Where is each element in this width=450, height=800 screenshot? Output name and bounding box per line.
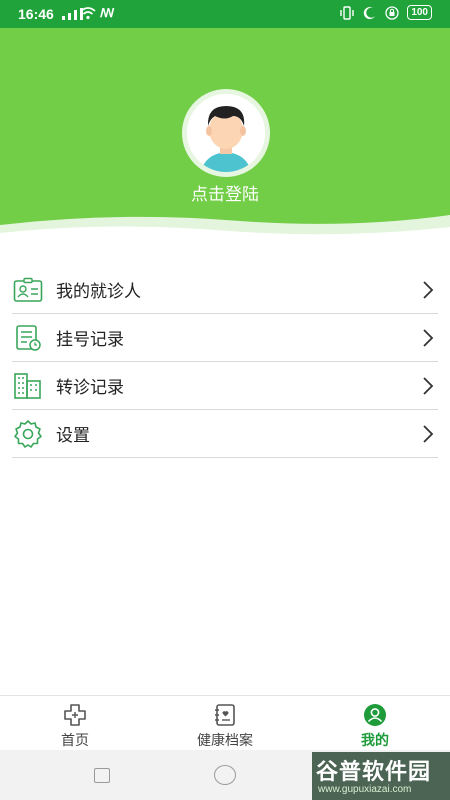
patient-card-icon xyxy=(12,274,44,306)
status-time: 16:46 xyxy=(18,6,54,22)
status-bar: 16:46 ꟿ 100 xyxy=(0,0,450,28)
battery-icon: 100 xyxy=(407,5,432,20)
chevron-right-icon xyxy=(423,329,434,347)
avatar-icon xyxy=(187,94,265,172)
tab-home[interactable]: 首页 xyxy=(0,696,150,750)
lock-icon xyxy=(385,5,399,20)
watermark-text: 谷普软件园 xyxy=(316,760,432,785)
chevron-right-icon xyxy=(423,425,434,443)
chevron-right-icon xyxy=(423,377,434,395)
moon-icon xyxy=(364,6,376,19)
tab-label: 我的 xyxy=(361,733,389,749)
menu-item-registration-records[interactable]: 挂号记录 xyxy=(12,314,438,362)
watermark-url: www.gupuxiazai.com xyxy=(318,784,412,795)
menu-item-referral-records[interactable]: 转诊记录 xyxy=(12,362,438,410)
menu-item-label: 设置 xyxy=(56,426,90,446)
tab-health-records[interactable]: 健康档案 xyxy=(150,696,300,750)
building-icon xyxy=(12,370,44,402)
menu-item-label: 挂号记录 xyxy=(56,330,124,350)
home-button[interactable] xyxy=(214,765,236,785)
home-cross-icon xyxy=(64,704,86,726)
menu-item-label: 转诊记录 xyxy=(56,378,124,398)
register-record-icon xyxy=(12,322,44,354)
profile-header: 点击登陆 xyxy=(0,28,450,243)
bottom-tab-bar: 首页 健康档案 我的 xyxy=(0,695,450,750)
avatar[interactable] xyxy=(182,89,270,177)
header-wave xyxy=(0,215,450,243)
user-icon xyxy=(364,704,386,726)
nfc-icon: ꟿ xyxy=(100,6,115,20)
vibrate-icon xyxy=(340,5,355,20)
watermark-logo: 谷普软件园 www.gupuxiazai.com xyxy=(312,752,450,800)
tab-mine[interactable]: 我的 xyxy=(300,696,450,750)
tab-label: 健康档案 xyxy=(197,733,253,749)
menu-item-label: 我的就诊人 xyxy=(56,282,141,302)
wifi-icon xyxy=(80,7,96,20)
health-record-icon xyxy=(215,704,235,726)
chevron-right-icon xyxy=(423,281,434,299)
login-link[interactable]: 点击登陆 xyxy=(0,180,450,205)
menu-item-my-patients[interactable]: 我的就诊人 xyxy=(12,266,438,314)
gear-icon xyxy=(12,418,44,450)
recent-apps-button[interactable] xyxy=(94,768,110,783)
menu-item-settings[interactable]: 设置 xyxy=(12,410,438,458)
profile-menu: 我的就诊人 挂号记录 转诊记录 设置 xyxy=(12,266,438,458)
tab-label: 首页 xyxy=(61,733,89,749)
